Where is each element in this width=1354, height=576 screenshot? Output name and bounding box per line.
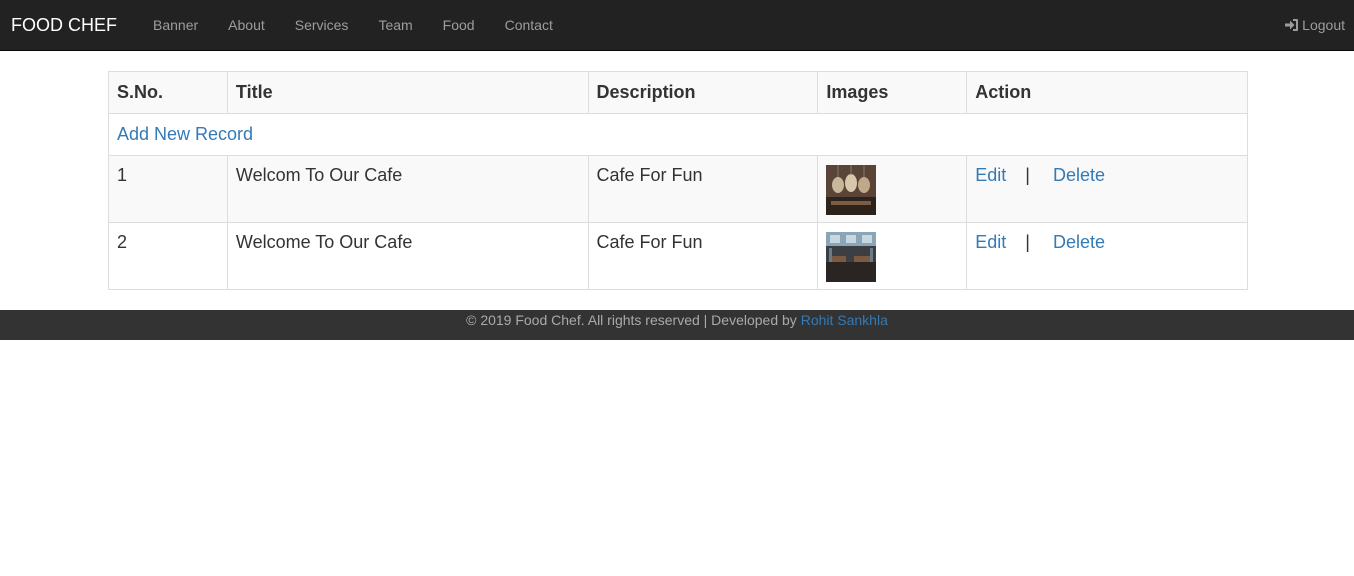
log-in-icon xyxy=(1284,18,1299,32)
logout-button[interactable]: Logout xyxy=(1284,0,1345,50)
top-navbar: FOOD CHEF Banner About Services Team Foo… xyxy=(0,0,1354,51)
cell-description: Cafe For Fun xyxy=(587,222,819,290)
table-row: 1 Welcom To Our Cafe Cafe For Fun Edit |… xyxy=(108,155,1248,223)
column-header-sno: S.No. xyxy=(108,71,228,114)
add-new-record-link[interactable]: Add New Record xyxy=(117,124,253,144)
cell-image xyxy=(817,222,968,290)
author-link[interactable]: Rohit Sankhla xyxy=(801,312,888,328)
delete-link[interactable]: Delete xyxy=(1053,232,1105,252)
action-separator: | xyxy=(1025,165,1030,185)
edit-link[interactable]: Edit xyxy=(975,165,1006,185)
nav-item-food[interactable]: Food xyxy=(428,0,490,50)
nav-menu: Banner About Services Team Food Contact xyxy=(138,0,568,50)
nav-item-contact[interactable]: Contact xyxy=(490,0,568,50)
brand-logo[interactable]: FOOD CHEF xyxy=(0,0,132,50)
cell-sno: 2 xyxy=(108,222,228,290)
logout-label: Logout xyxy=(1302,17,1345,33)
nav-item-team[interactable]: Team xyxy=(363,0,427,50)
cell-action: Edit | Delete xyxy=(966,222,1248,290)
nav-item-services[interactable]: Services xyxy=(280,0,364,50)
column-header-action: Action xyxy=(966,71,1248,114)
column-header-title: Title xyxy=(226,71,589,114)
cafe-thumbnail-2 xyxy=(826,232,877,282)
column-header-images: Images xyxy=(817,71,968,114)
add-record-row: Add New Record xyxy=(108,113,1248,156)
edit-link[interactable]: Edit xyxy=(975,232,1006,252)
cell-image xyxy=(817,155,968,223)
cell-sno: 1 xyxy=(108,155,228,223)
records-table: S.No. Title Description Images Action Ad… xyxy=(108,71,1248,290)
main-content: S.No. Title Description Images Action Ad… xyxy=(0,51,1354,290)
copyright-text: © 2019 Food Chef. All rights reserved | … xyxy=(466,312,797,328)
cafe-thumbnail-1 xyxy=(826,165,877,215)
page-footer: © 2019 Food Chef. All rights reserved | … xyxy=(0,310,1354,340)
table-header-row: S.No. Title Description Images Action xyxy=(108,71,1248,114)
action-separator: | xyxy=(1025,232,1030,252)
cell-title: Welcom To Our Cafe xyxy=(226,155,589,223)
cell-description: Cafe For Fun xyxy=(587,155,819,223)
cell-action: Edit | Delete xyxy=(966,155,1248,223)
nav-item-about[interactable]: About xyxy=(213,0,280,50)
column-header-description: Description xyxy=(587,71,819,114)
delete-link[interactable]: Delete xyxy=(1053,165,1105,185)
table-row: 2 Welcome To Our Cafe Cafe For Fun Edit … xyxy=(108,222,1248,290)
cell-title: Welcome To Our Cafe xyxy=(226,222,589,290)
nav-item-banner[interactable]: Banner xyxy=(138,0,213,50)
